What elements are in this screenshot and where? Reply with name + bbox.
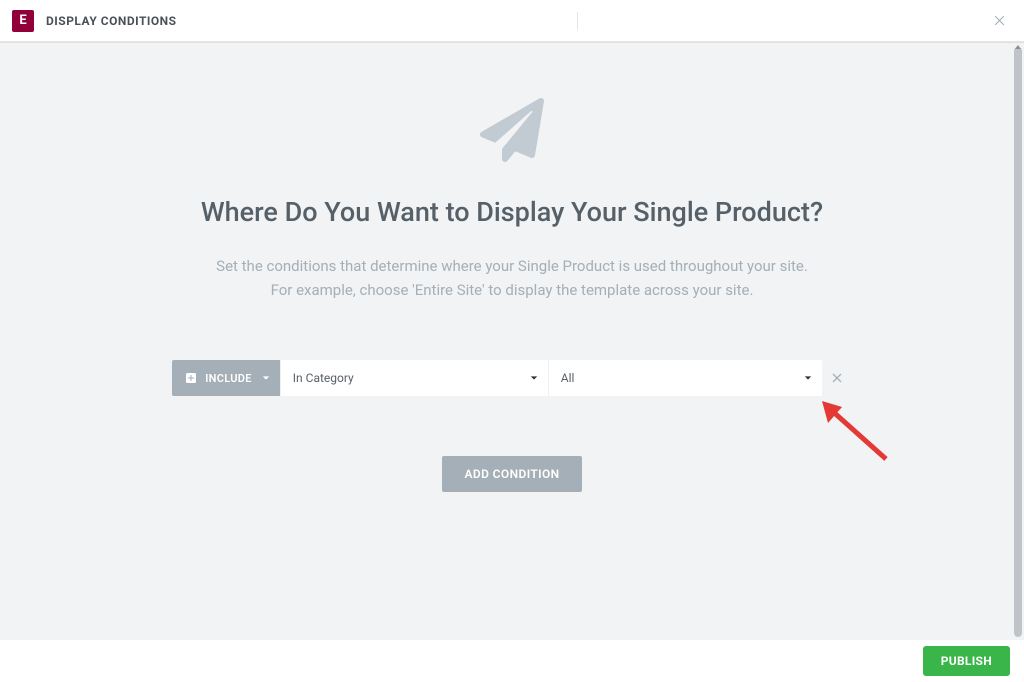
chevron-down-icon — [530, 371, 538, 385]
close-modal-button[interactable] — [988, 9, 1012, 33]
elementor-logo: E — [12, 10, 34, 32]
modal-body: Where Do You Want to Display Your Single… — [0, 42, 1024, 640]
condition-value-select[interactable]: All — [548, 360, 822, 396]
divider — [577, 12, 578, 30]
description-line-2: For example, choose 'Entire Site' to dis… — [271, 281, 754, 299]
include-label: INCLUDE — [205, 372, 252, 385]
page-description: Set the conditions that determine where … — [92, 254, 932, 302]
page-heading: Where Do You Want to Display Your Single… — [92, 196, 932, 228]
close-icon — [831, 372, 843, 384]
condition-value-text: All — [561, 371, 575, 385]
close-icon — [993, 14, 1006, 27]
condition-row: INCLUDE In Category All — [172, 360, 852, 396]
add-condition-button[interactable]: ADD CONDITION — [442, 456, 581, 492]
condition-type-value: In Category — [293, 371, 354, 385]
scrollbar[interactable] — [1014, 47, 1022, 637]
description-line-1: Set the conditions that determine where … — [216, 257, 808, 275]
condition-type-select[interactable]: In Category — [280, 360, 548, 396]
conditions-list: INCLUDE In Category All — [92, 360, 932, 396]
plus-icon — [184, 371, 198, 385]
content-area: Where Do You Want to Display Your Single… — [92, 43, 932, 492]
modal-header: E DISPLAY CONDITIONS — [0, 0, 1024, 42]
modal-title: DISPLAY CONDITIONS — [46, 14, 177, 28]
remove-condition-button[interactable] — [822, 360, 852, 396]
chevron-down-icon — [262, 372, 270, 385]
publish-button[interactable]: PUBLISH — [923, 646, 1010, 676]
modal-footer: PUBLISH — [0, 640, 1024, 682]
paper-plane-icon — [480, 98, 544, 166]
include-exclude-toggle[interactable]: INCLUDE — [172, 360, 280, 396]
chevron-down-icon — [804, 371, 812, 385]
